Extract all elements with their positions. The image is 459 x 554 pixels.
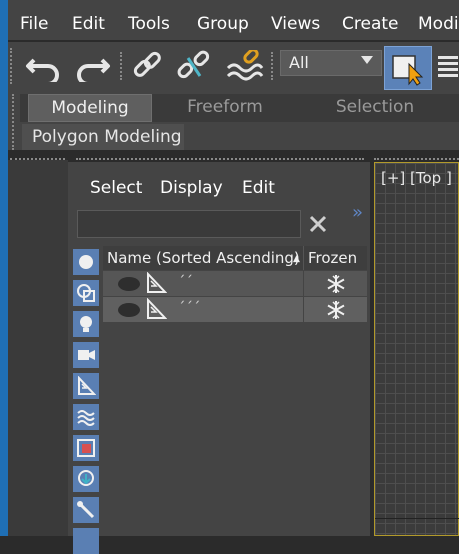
ribbon-grip[interactable] bbox=[12, 94, 18, 150]
display-containers-button[interactable] bbox=[73, 528, 99, 554]
bone-icon bbox=[77, 501, 95, 519]
sort-ascending-icon: ▲ bbox=[293, 254, 300, 264]
eye-visibility-icon[interactable] bbox=[117, 301, 141, 319]
chevron-down-icon bbox=[361, 56, 373, 64]
group-icon bbox=[77, 439, 95, 457]
display-lights-button[interactable] bbox=[73, 311, 99, 337]
display-groups-button[interactable] bbox=[73, 435, 99, 461]
eye-visibility-icon[interactable] bbox=[117, 275, 141, 293]
polygon-modeling-panel-button[interactable]: Polygon Modeling bbox=[22, 124, 184, 150]
panel-grip[interactable] bbox=[76, 158, 364, 160]
frozen-cell[interactable] bbox=[303, 297, 368, 322]
ribbon-tab-bar: Modeling Freeform Selection bbox=[20, 94, 459, 122]
scene-menu-select[interactable]: Select bbox=[90, 178, 142, 198]
snowflake-icon bbox=[327, 301, 345, 319]
window-edge bbox=[0, 0, 8, 536]
toolbar-grip[interactable] bbox=[10, 48, 16, 84]
viewport-label[interactable]: [+] [Top ] bbox=[381, 169, 452, 187]
menu-group[interactable]: Group bbox=[197, 14, 249, 34]
tab-freeform[interactable]: Freeform bbox=[170, 94, 280, 120]
clear-search-icon[interactable] bbox=[308, 214, 328, 234]
link-icon[interactable] bbox=[130, 50, 166, 84]
display-bones-button[interactable] bbox=[73, 497, 99, 523]
left-dock-area bbox=[8, 160, 68, 536]
tab-selection[interactable]: Selection bbox=[310, 94, 440, 120]
helper-icon bbox=[147, 298, 167, 319]
selection-filter-dropdown[interactable]: All bbox=[280, 50, 382, 76]
toolbar-separator bbox=[271, 52, 275, 80]
unlink-icon[interactable] bbox=[176, 50, 212, 84]
display-shapes-button[interactable] bbox=[73, 280, 99, 306]
sphere-icon bbox=[79, 255, 93, 269]
menu-edit[interactable]: Edit bbox=[72, 14, 105, 34]
bind-space-warp-icon[interactable] bbox=[224, 50, 264, 84]
scene-menu-edit[interactable]: Edit bbox=[242, 178, 275, 198]
column-header-name[interactable]: Name (Sorted Ascending) bbox=[107, 246, 300, 270]
menu-views[interactable]: Views bbox=[271, 14, 320, 34]
redo-icon[interactable] bbox=[72, 50, 112, 82]
selection-filter-value: All bbox=[289, 53, 309, 72]
snowflake-icon bbox=[327, 275, 345, 293]
collapse-icon[interactable]: » bbox=[352, 202, 363, 223]
scene-menu-display[interactable]: Display bbox=[160, 178, 223, 198]
menu-bar: File Edit Tools Group Views Create Modif… bbox=[8, 0, 459, 40]
display-helpers-button[interactable] bbox=[73, 373, 99, 399]
helper-icon bbox=[147, 272, 167, 293]
xref-icon bbox=[78, 470, 94, 486]
helper-icon bbox=[78, 376, 96, 395]
shapes-icon bbox=[77, 284, 95, 302]
table-row[interactable]: ´´ bbox=[103, 271, 367, 296]
main-toolbar: All bbox=[8, 42, 459, 90]
display-geometry-button[interactable] bbox=[73, 249, 99, 275]
toolbar-separator bbox=[120, 52, 124, 80]
viewport-axis-line bbox=[375, 518, 459, 519]
list-header: Name (Sorted Ascending) ▲ Frozen bbox=[103, 246, 367, 270]
space-warp-icon bbox=[77, 410, 95, 426]
select-by-name-icon[interactable] bbox=[436, 52, 459, 80]
frozen-cell[interactable] bbox=[303, 271, 368, 296]
menu-file[interactable]: File bbox=[20, 14, 48, 34]
undo-icon[interactable] bbox=[24, 50, 64, 82]
menu-tools[interactable]: Tools bbox=[128, 14, 170, 34]
select-object-icon bbox=[392, 55, 424, 86]
light-bulb-icon bbox=[80, 316, 92, 332]
display-cameras-button[interactable] bbox=[73, 342, 99, 368]
table-row[interactable]: ´´´ bbox=[103, 297, 367, 322]
menu-modifiers[interactable]: Modifi bbox=[418, 14, 459, 34]
select-object-button[interactable] bbox=[384, 46, 432, 90]
panel-grip[interactable] bbox=[374, 158, 459, 160]
column-header-frozen[interactable]: Frozen bbox=[303, 246, 367, 270]
viewport-top[interactable]: [+] [Top ] bbox=[374, 162, 459, 536]
menu-create[interactable]: Create bbox=[342, 14, 399, 34]
display-xrefs-button[interactable] bbox=[73, 466, 99, 492]
object-name[interactable]: ´´ bbox=[178, 273, 193, 291]
scene-search-input[interactable] bbox=[77, 210, 301, 238]
tab-modeling[interactable]: Modeling bbox=[28, 94, 152, 122]
camera-icon bbox=[78, 350, 95, 360]
object-name[interactable]: ´´´ bbox=[178, 299, 201, 317]
display-space-warps-button[interactable] bbox=[73, 404, 99, 430]
